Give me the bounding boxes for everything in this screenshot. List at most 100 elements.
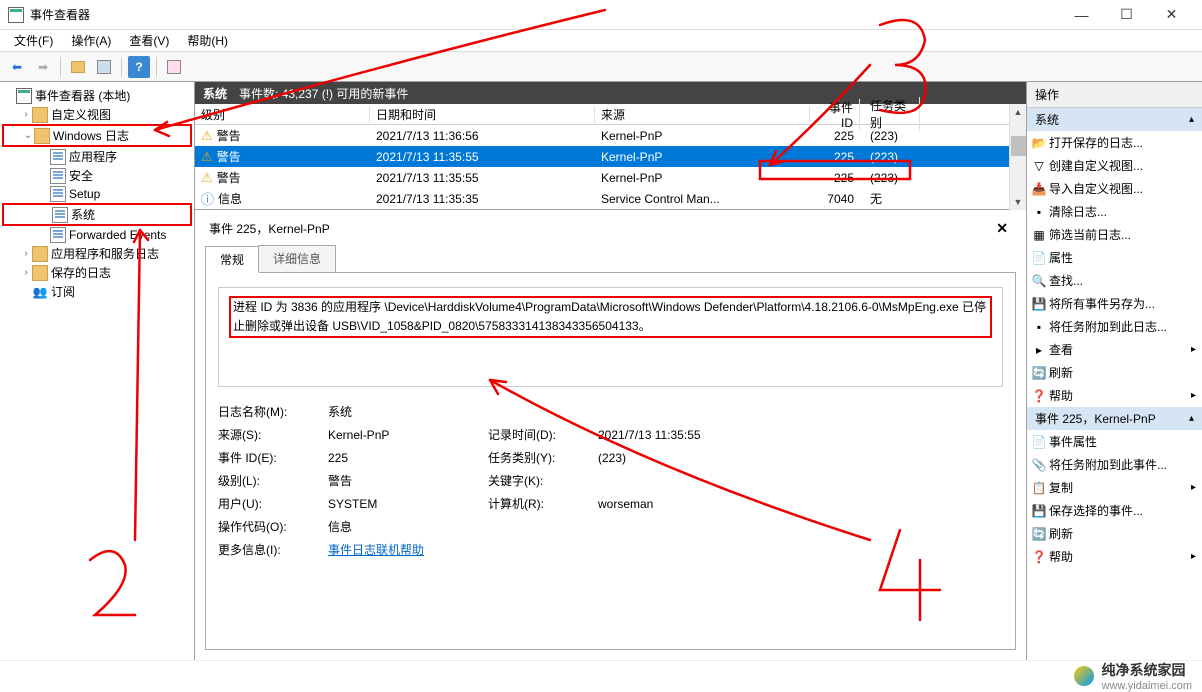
action-label: 刷新 [1049, 364, 1073, 381]
actions-title: 操作 [1027, 82, 1202, 108]
action-label: 创建自定义视图... [1049, 157, 1143, 174]
chevron-up-icon: ▴ [1189, 413, 1194, 424]
col-date[interactable]: 日期和时间 [370, 106, 595, 123]
tree-subscriptions[interactable]: 👥订阅 [2, 282, 192, 301]
chevron-right-icon: ▸ [1191, 482, 1196, 493]
action-item[interactable]: ▽创建自定义视图... [1027, 154, 1202, 177]
detail-close-button[interactable]: ✕ [992, 220, 1012, 237]
warning-icon [201, 149, 213, 165]
footer: 纯净系统家园 www.yidaimei.com [0, 660, 1202, 690]
table-row[interactable]: 信息2021/7/13 11:35:35Service Control Man.… [195, 188, 1026, 209]
col-level[interactable]: 级别 [195, 106, 370, 123]
list-title: 系统 [203, 85, 227, 102]
tree-root[interactable]: 事件查看器 (本地) [2, 86, 192, 105]
minimize-button[interactable]: — [1059, 1, 1104, 29]
action-item[interactable]: 📋复制▸ [1027, 476, 1202, 499]
action-item[interactable]: ▦筛选当前日志... [1027, 223, 1202, 246]
window-title: 事件查看器 [30, 6, 1059, 23]
col-source[interactable]: 来源 [595, 106, 810, 123]
cell-date: 2021/7/13 11:35:55 [370, 171, 595, 185]
label-source: 来源(S): [218, 426, 328, 443]
scroll-up-icon[interactable]: ▲ [1010, 104, 1026, 120]
chevron-right-icon: ▸ [1191, 390, 1196, 401]
action-icon: 📎 [1031, 457, 1047, 473]
col-id[interactable]: 事件 ID [810, 99, 860, 130]
action-item[interactable]: 🔄刷新 [1027, 522, 1202, 545]
tree-label: 保存的日志 [51, 264, 111, 281]
table-row[interactable]: 警告2021/7/13 11:35:55Kernel-PnP225(223) [195, 146, 1026, 167]
tree-saved-logs[interactable]: ›保存的日志 [2, 263, 192, 282]
tree-app-services[interactable]: ›应用程序和服务日志 [2, 244, 192, 263]
action-icon: 📄 [1031, 434, 1047, 450]
menu-help[interactable]: 帮助(H) [179, 30, 236, 51]
tree-setup[interactable]: Setup [2, 185, 192, 203]
moreinfo-link[interactable]: 事件日志联机帮助 [328, 543, 424, 557]
tree-security[interactable]: 安全 [2, 166, 192, 185]
col-task[interactable]: 任务类别 [860, 97, 920, 131]
menu-action[interactable]: 操作(A) [63, 30, 119, 51]
tree-custom-views[interactable]: ›自定义视图 [2, 105, 192, 124]
list-count: 事件数: 43,237 (!) 可用的新事件 [239, 85, 408, 102]
tree-system[interactable]: 系统 [2, 203, 192, 226]
action-label: 清除日志... [1049, 203, 1107, 220]
action-item[interactable]: 📄事件属性 [1027, 430, 1202, 453]
help-button[interactable]: ? [128, 56, 150, 78]
action-item[interactable]: 💾保存选择的事件... [1027, 499, 1202, 522]
action-item[interactable]: 💾将所有事件另存为... [1027, 292, 1202, 315]
action-item[interactable]: 📥导入自定义视图... [1027, 177, 1202, 200]
tree-root-label: 事件查看器 (本地) [35, 87, 130, 104]
actions-section-system[interactable]: 系统▴ [1027, 108, 1202, 131]
tree-label: 系统 [71, 206, 95, 223]
scroll-thumb[interactable] [1011, 136, 1026, 156]
action-item[interactable]: ❓帮助 ▸ [1027, 384, 1202, 407]
table-row[interactable]: 警告2021/7/13 11:36:56Kernel-PnP225(223) [195, 125, 1026, 146]
action-item[interactable]: ▸查看▸ [1027, 338, 1202, 361]
action-icon: 🔄 [1031, 526, 1047, 542]
action-item[interactable]: 🔍查找... [1027, 269, 1202, 292]
tree-forwarded[interactable]: Forwarded Events [2, 226, 192, 244]
action-label: 导入自定义视图... [1049, 180, 1143, 197]
action-item[interactable]: ▪将任务附加到此日志... [1027, 315, 1202, 338]
action-item[interactable]: 📄属性 [1027, 246, 1202, 269]
cell-source: Kernel-PnP [595, 171, 810, 185]
cell-id: 225 [810, 129, 860, 143]
tree-windows-logs[interactable]: ⌄Windows 日志 [2, 124, 192, 147]
menu-file[interactable]: 文件(F) [6, 30, 61, 51]
menu-view[interactable]: 查看(V) [121, 30, 177, 51]
back-button[interactable]: ⬅ [6, 56, 28, 78]
toolbar-btn-1[interactable] [67, 56, 89, 78]
action-item[interactable]: 📂打开保存的日志... [1027, 131, 1202, 154]
grid-scrollbar[interactable]: ▲ ▼ [1009, 104, 1026, 210]
action-icon: 💾 [1031, 296, 1047, 312]
action-icon: 📋 [1031, 480, 1047, 496]
info-icon [201, 189, 214, 208]
cell-level: 信息 [218, 190, 242, 207]
cell-id: 225 [810, 150, 860, 164]
toolbar-btn-2[interactable] [93, 56, 115, 78]
actions-section-event[interactable]: 事件 225，Kernel-PnP▴ [1027, 407, 1202, 430]
action-icon: ▪ [1031, 204, 1047, 220]
table-row[interactable]: 警告2021/7/13 11:35:55Kernel-PnP225(223) [195, 167, 1026, 188]
tab-general[interactable]: 常规 [205, 246, 259, 273]
scroll-down-icon[interactable]: ▼ [1010, 194, 1026, 210]
event-description: 进程 ID 为 3836 的应用程序 \Device\HarddiskVolum… [233, 300, 986, 333]
detail-tabs: 常规 详细信息 [205, 245, 1016, 273]
action-item[interactable]: ▪清除日志... [1027, 200, 1202, 223]
action-label: 帮助 [1049, 387, 1073, 404]
cell-task: (223) [860, 150, 920, 164]
close-button[interactable]: ✕ [1149, 1, 1194, 29]
value-opcode: 信息 [328, 518, 488, 535]
action-item[interactable]: 🔄刷新 [1027, 361, 1202, 384]
label-eventid: 事件 ID(E): [218, 449, 328, 466]
toolbar-btn-3[interactable] [163, 56, 185, 78]
action-item[interactable]: ❓帮助▸ [1027, 545, 1202, 568]
maximize-button[interactable]: ☐ [1104, 1, 1149, 29]
cell-source: Service Control Man... [595, 192, 810, 206]
action-icon: ❓ [1031, 388, 1047, 404]
action-icon: 🔄 [1031, 365, 1047, 381]
forward-button[interactable]: ➡ [32, 56, 54, 78]
cell-date: 2021/7/13 11:35:55 [370, 150, 595, 164]
action-item[interactable]: 📎将任务附加到此事件... [1027, 453, 1202, 476]
tab-details[interactable]: 详细信息 [258, 245, 336, 272]
tree-application[interactable]: 应用程序 [2, 147, 192, 166]
